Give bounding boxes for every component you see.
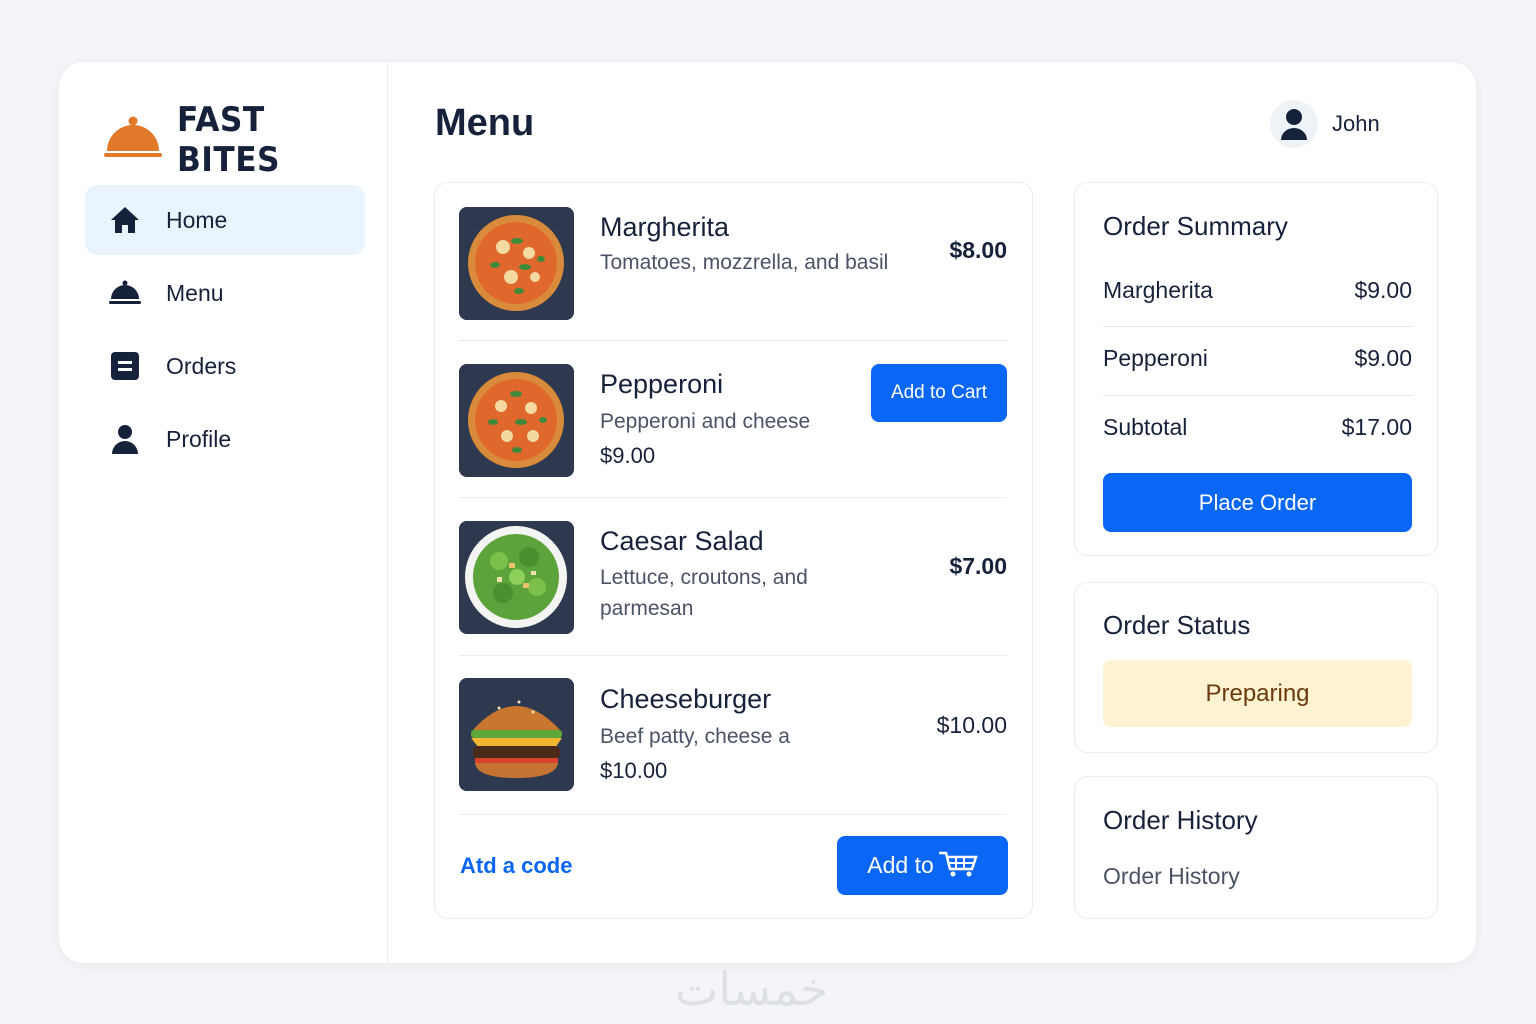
user-name: John bbox=[1332, 111, 1380, 136]
cloche-icon bbox=[103, 115, 163, 166]
sidebar-item-profile[interactable]: Profile bbox=[85, 404, 365, 474]
divider bbox=[459, 340, 1007, 341]
cart-icon bbox=[938, 849, 978, 883]
brand[interactable]: FAST BITES bbox=[103, 100, 387, 180]
panel-title: Order Status bbox=[1103, 610, 1251, 640]
salad-image bbox=[459, 521, 574, 634]
burger-image bbox=[459, 678, 574, 791]
sidebar-item-label: Profile bbox=[166, 425, 232, 452]
sidebar-item-label: Home bbox=[166, 206, 228, 233]
pizza-image bbox=[459, 364, 574, 477]
menu-item-cheeseburger[interactable]: Cheeseburger Beef patty, cheese a $10.00… bbox=[459, 678, 1007, 835]
menu-list: Margherita Tomatoes, mozzrella, and basi… bbox=[434, 182, 1033, 919]
item-price: $10.00 bbox=[936, 712, 1007, 738]
item-description: Lettuce, croutons, and parmesan bbox=[600, 566, 808, 620]
place-order-button[interactable]: Place Order bbox=[1103, 473, 1412, 532]
order-status-panel: Order Status Preparing bbox=[1074, 582, 1438, 753]
item-price: $9.00 bbox=[600, 443, 656, 468]
panel-title[interactable]: Order History bbox=[1103, 805, 1258, 836]
item-price: $8.00 bbox=[949, 237, 1007, 263]
sidebar-item-menu[interactable]: Menu bbox=[85, 258, 365, 328]
page-title: Menu bbox=[435, 102, 535, 144]
main-content: Menu John Margherita Tomatoes, mozzrella… bbox=[388, 62, 1476, 963]
divider bbox=[459, 497, 1007, 498]
pizza-image bbox=[459, 207, 574, 320]
user-icon bbox=[109, 423, 141, 455]
home-icon bbox=[109, 204, 141, 236]
order-summary-panel: Order Summary Margherita $9.00 Pepperoni… bbox=[1074, 182, 1438, 556]
divider bbox=[459, 814, 1007, 815]
item-name: Cheeseburger bbox=[600, 684, 772, 714]
sidebar-item-home[interactable]: Home bbox=[85, 185, 365, 255]
summary-value: $9.00 bbox=[1354, 345, 1412, 371]
panel-title: Order Summary bbox=[1103, 211, 1288, 241]
user-icon bbox=[1281, 109, 1307, 140]
summary-subtotal-row: Subtotal $17.00 bbox=[1103, 414, 1412, 444]
order-history-panel: Order History Order History bbox=[1074, 776, 1438, 919]
item-name: Margherita bbox=[600, 212, 730, 242]
sidebar-item-label: Menu bbox=[166, 279, 224, 306]
item-description: Pepperoni and cheese bbox=[600, 410, 811, 433]
add-to-cart-footer-button[interactable]: Add to bbox=[837, 836, 1008, 895]
sidebar-item-label: Orders bbox=[166, 352, 237, 379]
item-description: Beef patty, cheese a bbox=[600, 725, 790, 748]
user-menu[interactable]: John bbox=[1270, 100, 1380, 148]
summary-label: Subtotal bbox=[1103, 414, 1188, 440]
summary-row: Pepperoni $9.00 bbox=[1103, 345, 1412, 375]
summary-value: $9.00 bbox=[1354, 277, 1412, 303]
sidebar-item-orders[interactable]: Orders bbox=[85, 331, 365, 401]
item-price: $7.00 bbox=[949, 553, 1007, 579]
item-name: Caesar Salad bbox=[600, 526, 764, 556]
item-sub-price: $10.00 bbox=[600, 758, 668, 783]
summary-label: Pepperoni bbox=[1103, 345, 1208, 371]
divider bbox=[1103, 326, 1412, 327]
status-badge: Preparing bbox=[1103, 660, 1412, 727]
add-code-link[interactable]: Atd a code bbox=[460, 853, 572, 879]
summary-value: $17.00 bbox=[1341, 414, 1412, 440]
sidebar-nav: Home Menu Orders Profile bbox=[85, 185, 365, 477]
divider bbox=[1103, 395, 1412, 396]
divider bbox=[459, 655, 1007, 656]
item-description: Tomatoes, mozzrella, and basil bbox=[600, 251, 889, 274]
order-history-text[interactable]: Order History bbox=[1103, 863, 1240, 890]
summary-row: Margherita $9.00 bbox=[1103, 277, 1412, 307]
avatar bbox=[1270, 100, 1318, 148]
brand-name: FAST BITES bbox=[177, 100, 281, 180]
summary-label: Margherita bbox=[1103, 277, 1213, 303]
add-to-cart-button[interactable]: Add to Cart bbox=[871, 364, 1007, 422]
app-window: FAST BITES Home Menu Orders Profile Menu… bbox=[58, 61, 1477, 964]
watermark-logo: خمسات bbox=[675, 962, 829, 1016]
item-name: Pepperoni bbox=[600, 369, 724, 399]
button-label: Add to bbox=[867, 852, 934, 878]
sidebar: FAST BITES Home Menu Orders Profile bbox=[59, 62, 388, 963]
orders-icon bbox=[109, 350, 141, 382]
cloche-icon bbox=[109, 277, 141, 309]
